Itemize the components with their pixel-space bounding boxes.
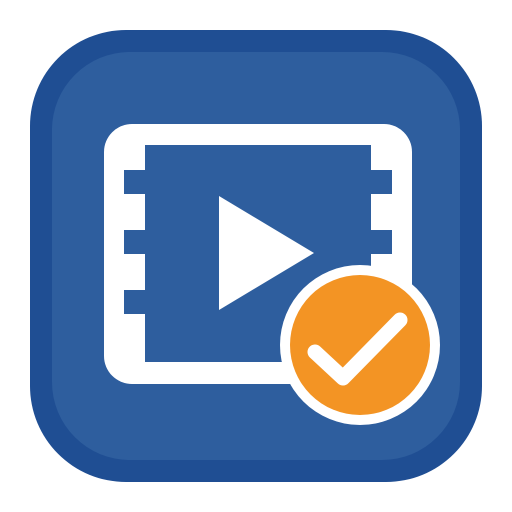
sprocket-hole [124,290,145,314]
left-sprocket-holes [124,170,145,314]
checkmark-badge-icon [280,265,440,425]
sprocket-hole [124,170,145,194]
sprocket-hole [124,230,145,254]
icon-canvas [0,0,512,512]
badge-fill [290,275,430,415]
app-icon[interactable] [0,0,512,512]
sprocket-hole [371,230,392,254]
sprocket-hole [371,170,392,194]
